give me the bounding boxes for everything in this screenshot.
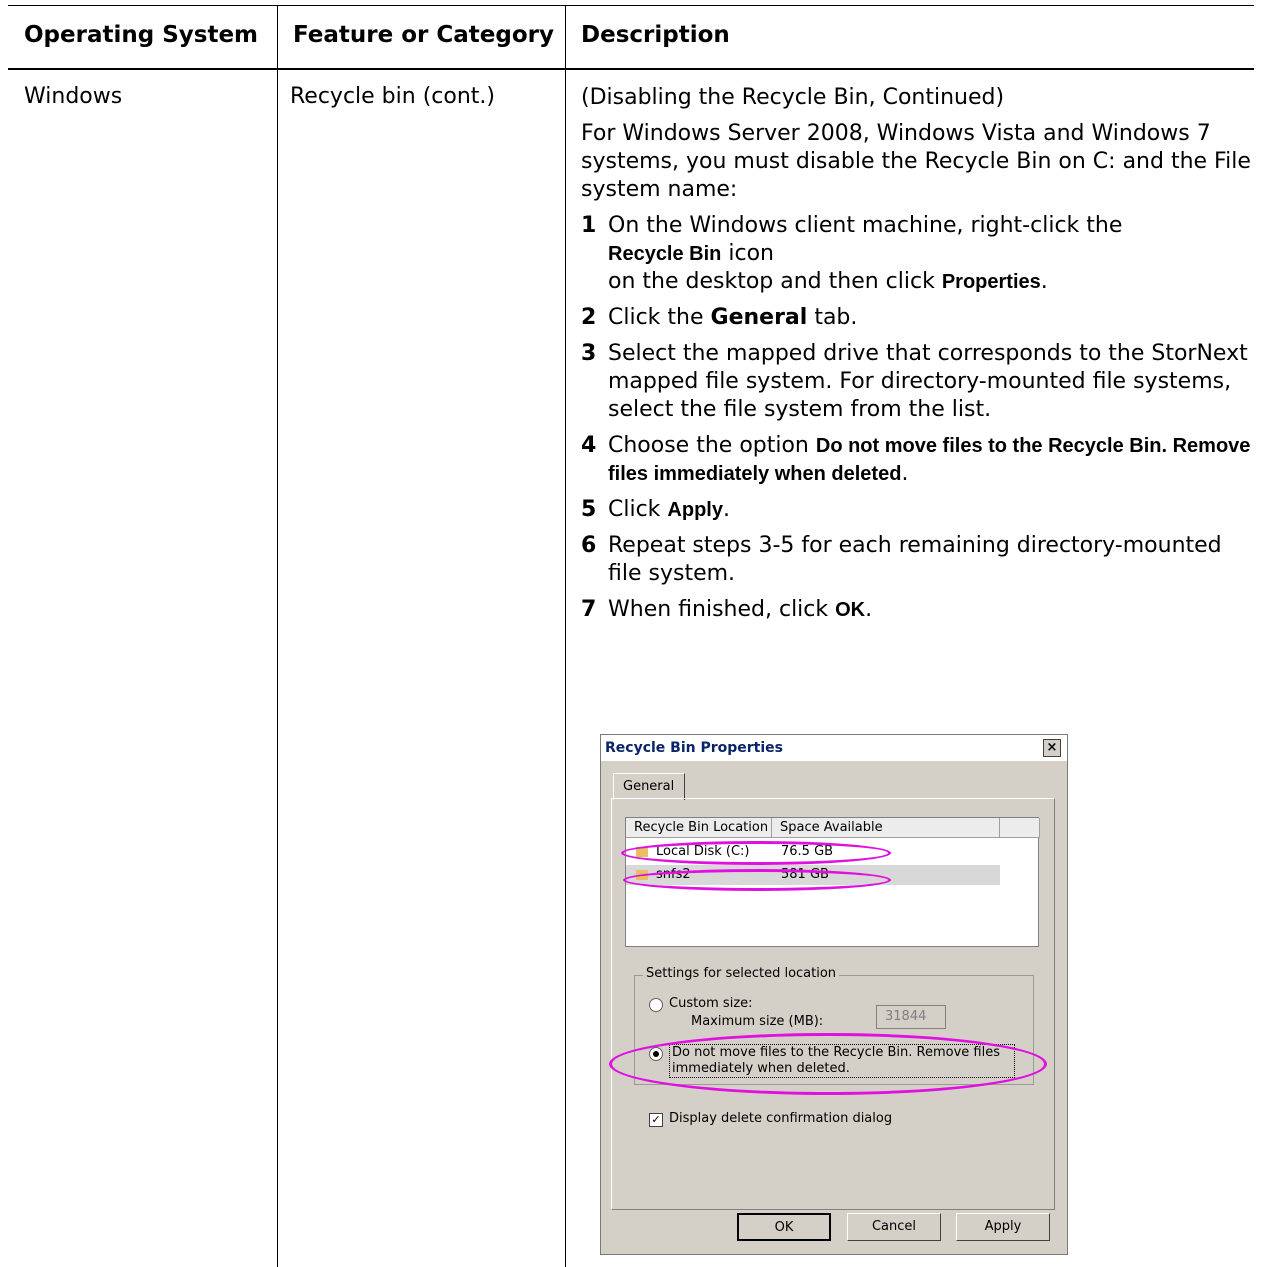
column-divider: [277, 5, 278, 1267]
step-number: 7: [581, 597, 597, 622]
ok-button[interactable]: OK: [737, 1213, 831, 1241]
header-feature-category: Feature or Category: [293, 22, 554, 48]
header-rule: [8, 68, 1254, 70]
step-number: 6: [581, 533, 597, 558]
step-6: 6 Repeat steps 3-5 for each remaining di…: [581, 532, 1251, 588]
step-number: 5: [581, 497, 597, 522]
tab-general[interactable]: General: [613, 773, 685, 800]
custom-size-label: Custom size:: [669, 996, 753, 1011]
header-description: Description: [581, 22, 730, 48]
custom-size-radio[interactable]: [649, 998, 663, 1012]
dialog-title-bar: Recycle Bin Properties ×: [601, 735, 1067, 761]
column-divider: [565, 5, 566, 1267]
highlight-ellipse: [623, 869, 891, 891]
cell-os: Windows: [24, 84, 123, 109]
table-top-rule: [8, 5, 1254, 6]
step-number: 4: [581, 433, 597, 458]
header-operating-system: Operating System: [24, 22, 259, 48]
display-confirmation-checkbox[interactable]: ✓: [649, 1113, 663, 1127]
close-icon[interactable]: ×: [1043, 739, 1061, 757]
column-header-location[interactable]: Recycle Bin Location: [626, 818, 772, 838]
column-header-space[interactable]: Space Available: [772, 818, 1000, 838]
column-header-empty: [1000, 818, 1040, 838]
display-confirmation-label: Display delete confirmation dialog: [669, 1111, 893, 1126]
step-text: Click the General tab.: [608, 305, 858, 330]
step-text: When finished, click OK.: [608, 597, 873, 622]
step-text: Repeat steps 3-5 for each remaining dire…: [608, 533, 1222, 586]
cancel-button[interactable]: Cancel: [847, 1213, 941, 1241]
step-text: Choose the option Do not move files to t…: [608, 433, 1251, 486]
step-2: 2 Click the General tab.: [581, 304, 1251, 332]
step-5: 5 Click Apply.: [581, 496, 1251, 524]
step-3: 3 Select the mapped drive that correspon…: [581, 340, 1251, 424]
description-cell: (Disabling the Recycle Bin, Continued) F…: [581, 84, 1251, 632]
step-text: Click Apply.: [608, 497, 730, 522]
description-title: (Disabling the Recycle Bin, Continued): [581, 85, 1005, 110]
cell-feature: Recycle bin (cont.): [290, 84, 495, 109]
step-text: On the Windows client machine, right-cli…: [608, 213, 1123, 294]
maximum-size-label: Maximum size (MB):: [691, 1014, 824, 1029]
maximum-size-input[interactable]: 31844: [876, 1005, 946, 1029]
apply-button[interactable]: Apply: [956, 1213, 1050, 1241]
step-number: 1: [581, 213, 597, 238]
step-7: 7 When finished, click OK.: [581, 596, 1251, 624]
step-1: 1 On the Windows client machine, right-c…: [581, 212, 1251, 296]
description-intro: For Windows Server 2008, Windows Vista a…: [581, 121, 1251, 202]
recycle-bin-properties-dialog: Recycle Bin Properties × General Recycle…: [600, 734, 1068, 1255]
highlight-ellipse: [621, 841, 891, 865]
step-text: Select the mapped drive that corresponds…: [608, 341, 1248, 422]
highlight-ellipse: [609, 1033, 1047, 1095]
step-number: 2: [581, 305, 597, 330]
dialog-title: Recycle Bin Properties: [605, 740, 784, 756]
step-4: 4 Choose the option Do not move files to…: [581, 432, 1251, 488]
settings-group-label: Settings for selected location: [643, 966, 840, 981]
step-number: 3: [581, 341, 597, 366]
